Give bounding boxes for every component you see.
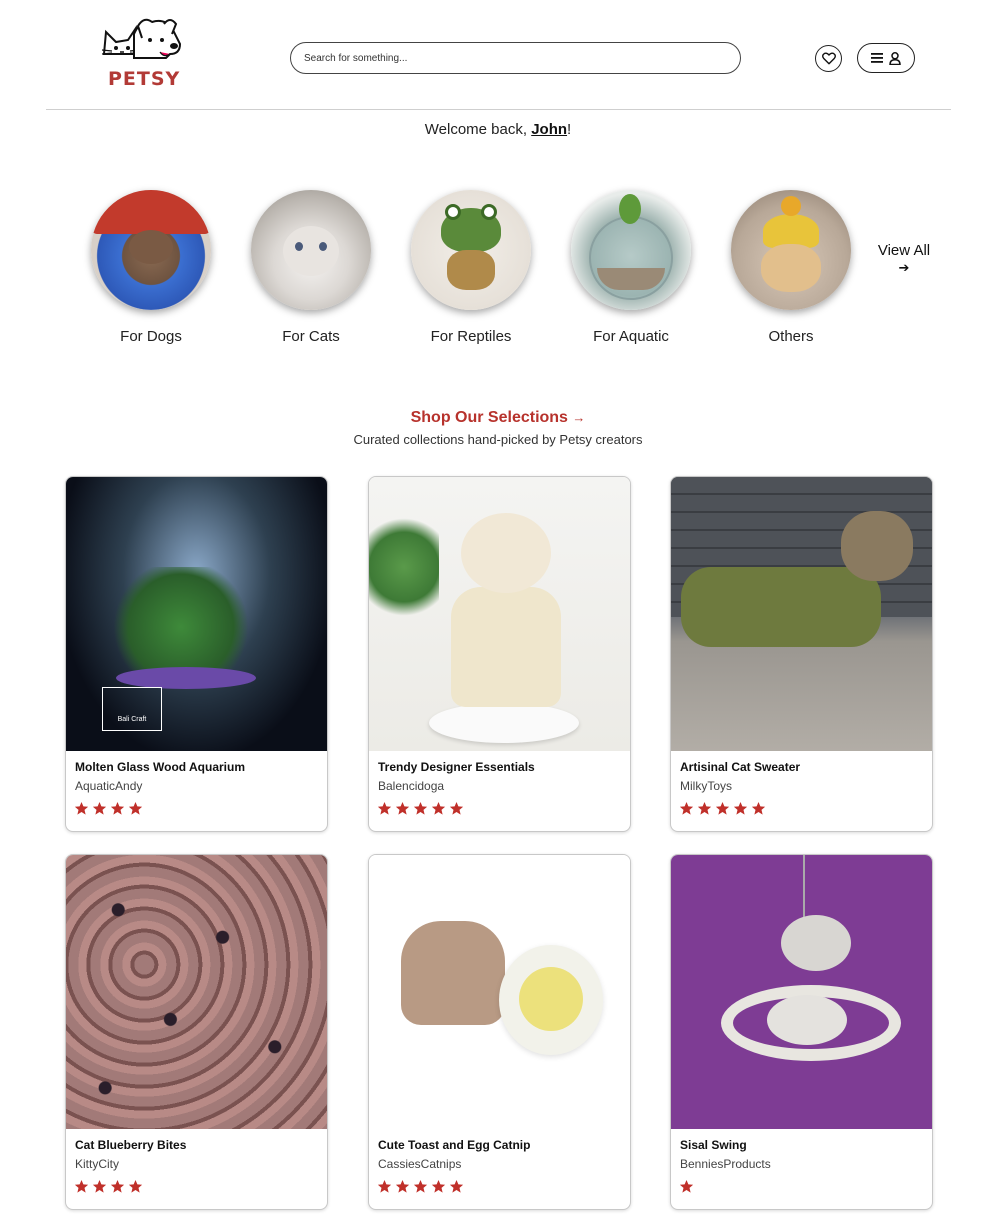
petsy-logo[interactable]: PETSY (100, 14, 184, 90)
category-cats[interactable]: For Cats (231, 190, 391, 345)
product-title: Sisal Swing (680, 1138, 747, 1152)
product-image (66, 855, 327, 1129)
product-image (369, 477, 630, 751)
category-dogs[interactable]: For Dogs (71, 190, 231, 345)
star-icon (128, 1179, 143, 1193)
site-header: PETSY (46, 0, 951, 110)
product-seller[interactable]: BenniesProducts (680, 1157, 771, 1171)
product-card[interactable]: Trendy Designer Essentials Balencidoga (368, 476, 631, 832)
category-reptiles[interactable]: For Reptiles (391, 190, 551, 345)
username-link[interactable]: John (531, 121, 567, 138)
rating-stars (679, 1179, 694, 1194)
category-label: For Dogs (120, 328, 182, 345)
star-icon (431, 801, 446, 815)
arrow-right-icon: ➔ (898, 260, 910, 275)
rating-stars (679, 801, 766, 816)
product-image (369, 855, 630, 1129)
hamburger-icon (871, 53, 883, 63)
welcome-message: Welcome back, John! (424, 121, 572, 138)
star-icon (733, 801, 748, 815)
star-icon (74, 1179, 89, 1193)
section-title-link[interactable]: Shop Our Selections → (0, 409, 996, 427)
category-others-image (731, 190, 851, 310)
star-icon (751, 801, 766, 815)
star-icon (679, 1179, 694, 1193)
rating-stars (74, 801, 143, 816)
product-image (671, 855, 932, 1129)
star-icon (110, 1179, 125, 1193)
product-card[interactable]: Cat Blueberry Bites KittyCity (65, 854, 328, 1210)
star-icon (413, 1179, 428, 1193)
user-icon (889, 51, 901, 65)
view-all-link[interactable]: View All ➔ (867, 242, 941, 276)
star-icon (715, 801, 730, 815)
product-card[interactable]: Cute Toast and Egg Catnip CassiesCatnips (368, 854, 631, 1210)
search-input[interactable] (290, 42, 741, 74)
category-label: For Aquatic (593, 328, 669, 345)
product-title: Trendy Designer Essentials (378, 760, 535, 774)
product-title: Cat Blueberry Bites (75, 1138, 187, 1152)
product-title: Molten Glass Wood Aquarium (75, 760, 246, 774)
arrow-right-icon: → (572, 410, 586, 425)
category-reptiles-image (411, 190, 531, 310)
product-card[interactable]: Sisal Swing BenniesProducts (670, 854, 933, 1210)
logo-text: PETSY (108, 68, 181, 90)
star-icon (395, 1179, 410, 1193)
rating-stars (377, 801, 464, 816)
category-others[interactable]: Others (711, 190, 871, 345)
product-image (671, 477, 932, 751)
category-aquatic[interactable]: For Aquatic (551, 190, 711, 345)
star-icon (431, 1179, 446, 1193)
product-title: Cute Toast and Egg Catnip (378, 1138, 531, 1152)
star-icon (128, 801, 143, 815)
star-icon (92, 1179, 107, 1193)
star-icon (395, 801, 410, 815)
heart-icon (821, 52, 836, 65)
star-icon (697, 801, 712, 815)
product-card[interactable]: Bali Craft Molten Glass Wood Aquarium Aq… (65, 476, 328, 832)
star-icon (449, 1179, 464, 1193)
star-icon (377, 801, 392, 815)
star-icon (110, 801, 125, 815)
account-menu-button[interactable] (857, 43, 915, 73)
category-label: For Reptiles (430, 328, 512, 345)
category-label: Others (768, 328, 814, 345)
product-seller[interactable]: MilkyToys (680, 779, 732, 793)
star-icon (74, 801, 89, 815)
category-aquatic-image (571, 190, 691, 310)
product-card[interactable]: Artisinal Cat Sweater MilkyToys (670, 476, 933, 832)
section-subtitle: Curated collections hand-picked by Petsy… (353, 432, 643, 447)
category-cats-image (251, 190, 371, 310)
star-icon (413, 801, 428, 815)
rating-stars (74, 1179, 143, 1194)
product-seller[interactable]: KittyCity (75, 1157, 119, 1171)
favorites-button[interactable] (815, 45, 842, 72)
pets-logo-icon (101, 18, 182, 59)
category-label: For Cats (282, 328, 340, 345)
star-icon (449, 801, 464, 815)
star-icon (92, 801, 107, 815)
product-seller[interactable]: AquaticAndy (75, 779, 142, 793)
category-dogs-image (91, 190, 211, 310)
product-seller[interactable]: Balencidoga (378, 779, 444, 793)
product-image: Bali Craft (66, 477, 327, 751)
product-title: Artisinal Cat Sweater (680, 760, 801, 774)
star-icon (377, 1179, 392, 1193)
rating-stars (377, 1179, 464, 1194)
product-seller[interactable]: CassiesCatnips (378, 1157, 461, 1171)
star-icon (679, 801, 694, 815)
category-list: For Dogs For Cats For Reptiles For Aquat… (71, 190, 951, 350)
